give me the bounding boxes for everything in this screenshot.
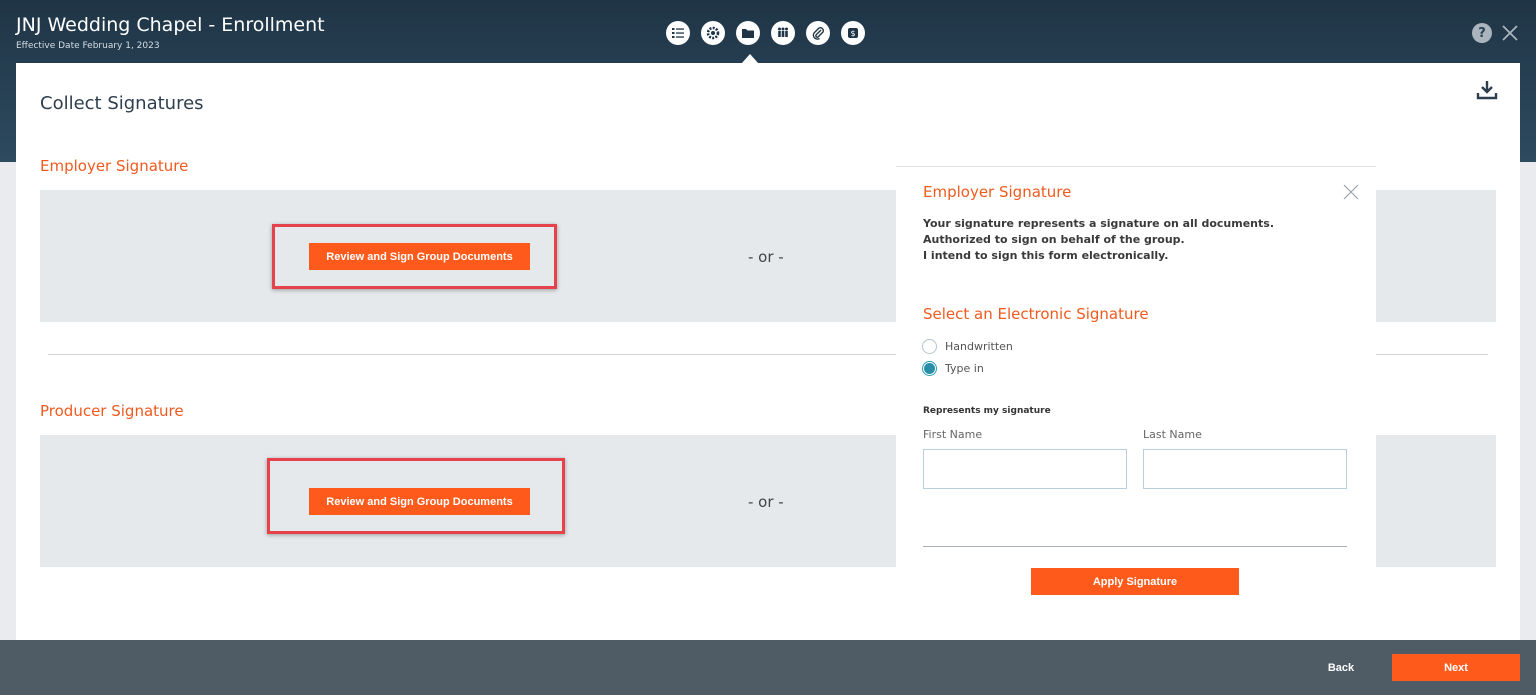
paperclip-icon bbox=[812, 27, 824, 40]
disclaimer-line: Authorized to sign on behalf of the grou… bbox=[923, 233, 1185, 246]
producer-signature-title: Producer Signature bbox=[40, 402, 184, 420]
panel-title: Employer Signature bbox=[923, 183, 1072, 201]
step-attachments[interactable] bbox=[806, 21, 830, 45]
step-checklist[interactable] bbox=[666, 21, 690, 45]
radio-type-in[interactable]: Type in bbox=[922, 361, 984, 376]
disclaimer-line: I intend to sign this form electronicall… bbox=[923, 249, 1169, 262]
or-separator: - or - bbox=[748, 248, 784, 266]
signature-disclaimer: Your signature represents a signature on… bbox=[923, 216, 1274, 264]
select-signature-title: Select an Electronic Signature bbox=[923, 305, 1149, 323]
money-icon: $ bbox=[848, 28, 858, 38]
checklist-icon bbox=[672, 28, 684, 38]
close-icon[interactable] bbox=[1499, 22, 1521, 44]
effective-date: Effective Date February 1, 2023 bbox=[16, 41, 160, 51]
last-name-input[interactable] bbox=[1143, 449, 1347, 489]
or-separator: - or - bbox=[748, 493, 784, 511]
folder-icon bbox=[742, 29, 754, 38]
back-button[interactable]: Back bbox=[1308, 654, 1374, 681]
gear-icon bbox=[706, 26, 720, 40]
download-icon[interactable] bbox=[1475, 78, 1499, 102]
first-name-input[interactable] bbox=[923, 449, 1127, 489]
radio-handwritten[interactable]: Handwritten bbox=[922, 339, 1013, 354]
disclaimer-line: Your signature represents a signature on… bbox=[923, 217, 1275, 230]
page-title: Collect Signatures bbox=[40, 93, 204, 114]
radio-button[interactable] bbox=[922, 339, 937, 354]
employer-review-sign-button[interactable]: Review and Sign Group Documents bbox=[309, 243, 530, 270]
step-members[interactable] bbox=[771, 21, 795, 45]
step-nav: $ bbox=[666, 21, 865, 45]
step-settings[interactable] bbox=[701, 21, 725, 45]
employer-signature-title: Employer Signature bbox=[40, 157, 189, 175]
first-name-label: First Name bbox=[923, 428, 983, 441]
help-icon[interactable]: ? bbox=[1472, 23, 1492, 43]
radio-button[interactable] bbox=[922, 361, 937, 376]
signature-line bbox=[923, 546, 1347, 547]
svg-text:$: $ bbox=[850, 29, 855, 38]
step-documents[interactable] bbox=[736, 21, 760, 45]
people-icon bbox=[778, 27, 788, 37]
radio-label: Handwritten bbox=[945, 340, 1013, 353]
next-button[interactable]: Next bbox=[1392, 654, 1520, 681]
step-billing[interactable]: $ bbox=[841, 21, 865, 45]
app-title: JNJ Wedding Chapel - Enrollment bbox=[16, 14, 325, 36]
active-step-caret bbox=[742, 54, 758, 63]
represents-signature-label: Represents my signature bbox=[923, 406, 1051, 416]
producer-review-sign-button[interactable]: Review and Sign Group Documents bbox=[309, 488, 530, 515]
radio-label: Type in bbox=[945, 362, 984, 375]
close-icon[interactable] bbox=[1342, 183, 1360, 201]
signature-panel: Employer Signature Your signature repres… bbox=[896, 166, 1376, 618]
footer-bar: Back Next bbox=[0, 640, 1536, 695]
apply-signature-button[interactable]: Apply Signature bbox=[1031, 568, 1239, 595]
last-name-label: Last Name bbox=[1143, 428, 1202, 441]
